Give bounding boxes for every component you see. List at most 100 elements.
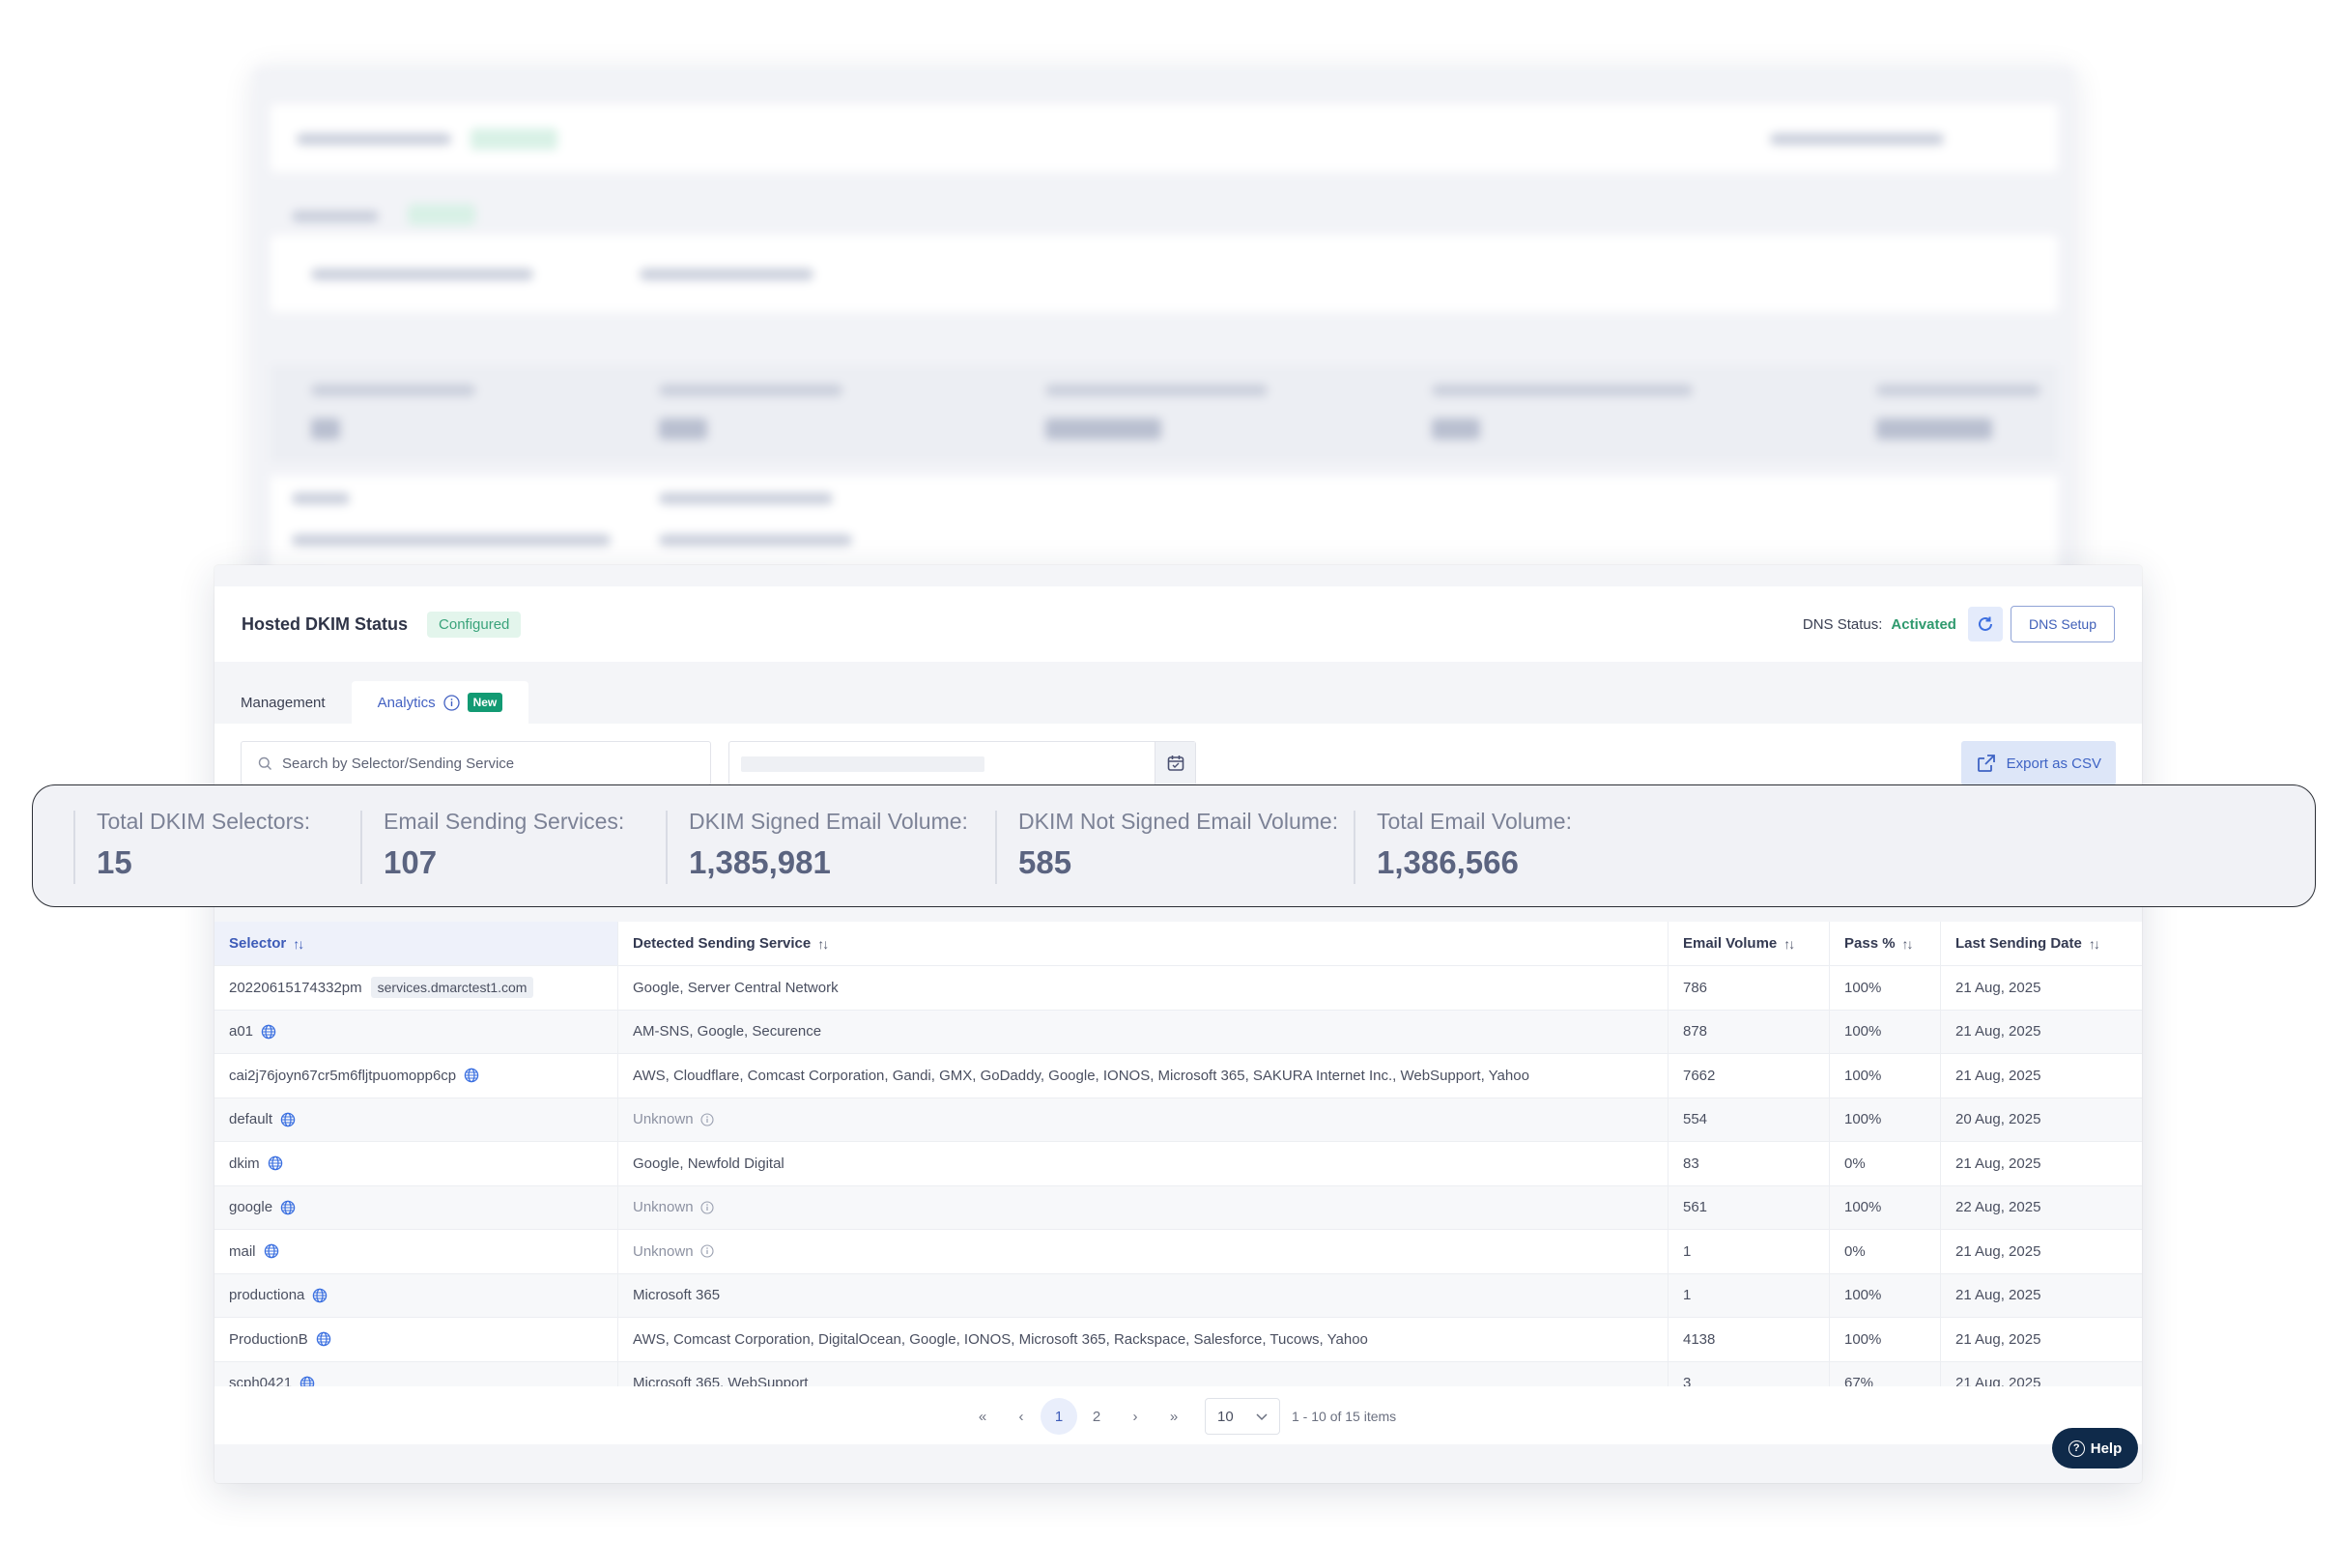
globe-icon[interactable]: [264, 1243, 279, 1259]
stat-label: DKIM Signed Email Volume:: [689, 808, 968, 834]
page-button-1[interactable]: 1: [1041, 1398, 1077, 1435]
table-header: Selector ↑↓ Detected Sending Service ↑↓ Em…: [214, 922, 2142, 965]
bg-line: [292, 493, 350, 504]
cell-selector: ProductionB: [214, 1318, 618, 1361]
table-row[interactable]: google Unknown 561 100% 22 Aug, 2025: [214, 1184, 2142, 1229]
globe-icon[interactable]: [261, 1024, 276, 1040]
background-card-blurred: [253, 66, 2075, 578]
column-header-selector[interactable]: Selector ↑↓: [214, 922, 618, 965]
help-button[interactable]: ? Help: [2052, 1428, 2138, 1468]
selector-name[interactable]: mail: [229, 1243, 256, 1260]
column-label: Email Volume: [1683, 935, 1778, 952]
info-icon[interactable]: [699, 1113, 714, 1126]
column-label: Detected Sending Service: [633, 935, 812, 952]
selector-name[interactable]: a01: [229, 1023, 253, 1040]
table-row[interactable]: mail Unknown 1 0% 21 Aug, 2025: [214, 1229, 2142, 1273]
new-badge: New: [467, 693, 503, 712]
bg-line: [408, 204, 475, 225]
next-page-icon[interactable]: ›: [1116, 1398, 1155, 1435]
tab-management[interactable]: Management: [214, 681, 352, 724]
column-header-service[interactable]: Detected Sending Service ↑↓: [618, 922, 1669, 965]
prev-page-icon[interactable]: ‹: [1002, 1398, 1041, 1435]
status-badge: Configured: [427, 611, 522, 638]
items-range: 1 - 10 of 15 items: [1292, 1409, 1397, 1424]
page-button-2[interactable]: 2: [1077, 1398, 1116, 1435]
search-icon: [258, 756, 271, 770]
service-text: Google, Server Central Network: [633, 979, 839, 996]
dns-setup-button[interactable]: DNS Setup: [2010, 606, 2115, 642]
globe-icon[interactable]: [312, 1288, 328, 1303]
column-label: Last Sending Date: [1955, 935, 2082, 952]
table-row[interactable]: a01 AM-SNS, Google, Securence 878 100% 21 Au…: [214, 1009, 2142, 1053]
table-row[interactable]: cai2j76joyn67cr5m6fljtpuomopp6cp AWS, Clo…: [214, 1053, 2142, 1098]
column-header-pass[interactable]: Pass % ↑↓: [1830, 922, 1941, 965]
calendar-button[interactable]: [1155, 742, 1195, 784]
selector-name[interactable]: 20220615174332pm: [229, 980, 362, 996]
cell-date: 21 Aug, 2025: [1955, 1287, 2041, 1304]
info-icon[interactable]: [442, 694, 460, 711]
search-box: [241, 741, 711, 785]
stat-value: 1,385,981: [689, 843, 831, 880]
last-page-icon[interactable]: »: [1155, 1398, 1193, 1435]
stat-label: Email Sending Services:: [384, 808, 625, 834]
page-title: Hosted DKIM Status: [242, 613, 409, 634]
bg-line: [292, 534, 611, 546]
table-row[interactable]: productiona Microsoft 365 1 100% 21 Aug, 202…: [214, 1272, 2142, 1317]
sort-icon: ↑↓: [1901, 935, 1914, 952]
bg-line: [659, 534, 852, 546]
stat-label: DKIM Not Signed Email Volume:: [1018, 808, 1339, 834]
external-link-icon: [1977, 755, 1995, 772]
tab-bar: Management Analytics New: [214, 681, 529, 724]
dns-status-label: DNS Status:: [1802, 615, 1883, 633]
selector-name[interactable]: dkim: [229, 1155, 260, 1172]
refresh-button[interactable]: [1967, 607, 2003, 641]
table-row[interactable]: dkim Google, Newfold Digital 83 0% 21 Aug, 2…: [214, 1141, 2142, 1185]
unknown-service: Unknown: [633, 1111, 714, 1127]
selector-name[interactable]: google: [229, 1199, 272, 1215]
globe-icon[interactable]: [464, 1068, 479, 1083]
refresh-icon: [1978, 616, 1992, 631]
cell-selector: mail: [214, 1230, 618, 1273]
export-csv-button[interactable]: Export as CSV: [1960, 741, 2116, 785]
bg-line: [1876, 385, 2040, 396]
cell-pass: 100%: [1830, 1054, 1941, 1098]
first-page-icon[interactable]: «: [963, 1398, 1002, 1435]
cell-service: Google, Server Central Network: [618, 966, 1669, 1010]
page-size-select[interactable]: 10: [1205, 1398, 1280, 1435]
cell-volume: 1: [1669, 1273, 1830, 1317]
cell-service: Unknown: [618, 1098, 1669, 1141]
table-row[interactable]: ProductionB AWS, Comcast Corporation, Dig…: [214, 1317, 2142, 1361]
column-header-date[interactable]: Last Sending Date ↑↓: [1941, 922, 2142, 965]
question-icon: ?: [2068, 1440, 2085, 1457]
globe-icon[interactable]: [280, 1200, 296, 1215]
cell-pass: 100%: [1830, 1185, 1941, 1229]
date-range-value: [741, 756, 984, 772]
globe-icon[interactable]: [280, 1112, 296, 1127]
info-icon[interactable]: [699, 1244, 714, 1258]
cell-date: 21 Aug, 2025: [1955, 1067, 2041, 1084]
bg-line: [640, 269, 813, 280]
cell-selector: cai2j76joyn67cr5m6fljtpuomopp6cp: [214, 1054, 618, 1098]
stat-signed-volume: DKIM Signed Email Volume: 1,385,981: [666, 809, 995, 884]
bg-line: [659, 493, 833, 504]
table-body: 20220615174332pm services.dmarctest1.com G…: [214, 965, 2142, 1405]
table-row[interactable]: 20220615174332pm services.dmarctest1.com G…: [214, 965, 2142, 1010]
column-header-volume[interactable]: Email Volume ↑↓: [1669, 922, 1830, 965]
selector-name[interactable]: default: [229, 1111, 272, 1127]
tab-analytics[interactable]: Analytics New: [351, 681, 529, 724]
bg-line: [292, 211, 379, 222]
selector-name[interactable]: productiona: [229, 1287, 304, 1303]
table-row[interactable]: default Unknown 554 100% 20 Aug, 2025: [214, 1097, 2142, 1141]
bg-line: [1045, 385, 1268, 396]
date-range-picker[interactable]: [728, 741, 1196, 785]
globe-icon[interactable]: [316, 1331, 331, 1347]
selector-name[interactable]: ProductionB: [229, 1331, 308, 1348]
search-input[interactable]: [282, 755, 688, 772]
selector-name[interactable]: cai2j76joyn67cr5m6fljtpuomopp6cp: [229, 1068, 456, 1084]
bg-line: [311, 385, 475, 396]
globe-icon[interactable]: [268, 1155, 283, 1171]
service-text: AWS, Cloudflare, Comcast Corporation, Ga…: [633, 1067, 1529, 1084]
service-text: Unknown: [633, 1111, 694, 1128]
stat-not-signed-volume: DKIM Not Signed Email Volume: 585: [995, 809, 1354, 884]
info-icon[interactable]: [699, 1201, 714, 1214]
